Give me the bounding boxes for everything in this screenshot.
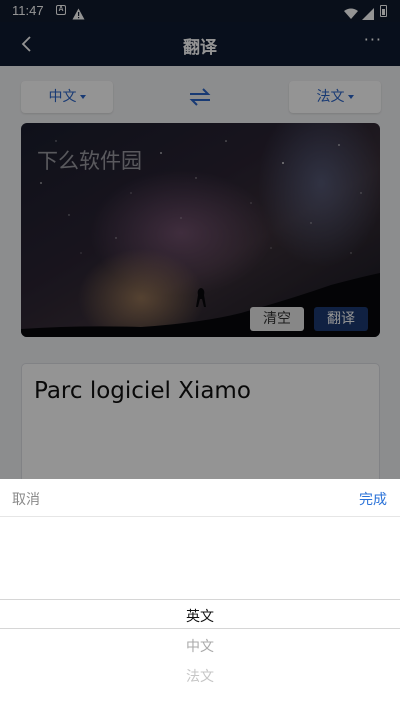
picker-selection-line-bottom (0, 628, 400, 629)
language-picker-sheet: 取消 完成 英文 中文 法文 (0, 479, 400, 710)
modal-backdrop[interactable] (0, 0, 400, 479)
picker-header: 取消 完成 (0, 479, 400, 517)
picker-option[interactable]: 中文 (0, 636, 400, 656)
done-button[interactable]: 完成 (359, 489, 387, 509)
picker-selection-line-top (0, 599, 400, 600)
picker-option-selected[interactable]: 英文 (0, 606, 400, 626)
picker-option[interactable]: 法文 (0, 666, 400, 686)
cancel-button[interactable]: 取消 (12, 489, 40, 509)
